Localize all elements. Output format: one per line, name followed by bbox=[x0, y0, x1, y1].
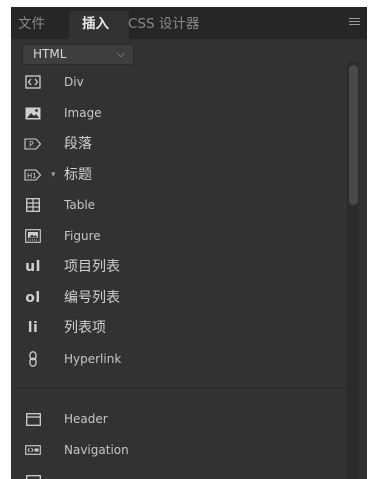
hamburger-menu-icon[interactable] bbox=[349, 18, 360, 27]
main-icon bbox=[24, 473, 42, 479]
ordered-list-icon: ol bbox=[24, 290, 42, 306]
tab-files[interactable]: 文件 bbox=[18, 16, 45, 32]
hyperlink-icon bbox=[24, 351, 42, 367]
insert-item-div[interactable]: Div bbox=[11, 68, 341, 96]
insert-item-label: Image bbox=[64, 106, 102, 120]
heading-icon-text: H1 bbox=[27, 172, 37, 180]
paragraph-icon: P bbox=[24, 136, 42, 152]
insert-item-label: 项目列表 bbox=[64, 259, 120, 275]
chevron-down-icon: ⌵ bbox=[116, 47, 125, 60]
unordered-list-icon-text: ul bbox=[25, 259, 41, 275]
panel-tab-bar: 文件 插入 CSS 设计器 bbox=[11, 7, 367, 39]
scrollbar-thumb[interactable] bbox=[349, 65, 358, 205]
insert-item-header[interactable]: Header bbox=[11, 405, 341, 433]
insert-item-label: Table bbox=[64, 198, 96, 212]
insert-item-unordered-list[interactable]: ul 项目列表 bbox=[11, 253, 341, 281]
insert-item-label: 标题 bbox=[64, 167, 92, 183]
insert-item-label: 编号列表 bbox=[64, 290, 120, 306]
insert-item-label: Figure bbox=[64, 229, 101, 243]
insert-item-label: Div bbox=[64, 75, 84, 89]
div-tag-icon bbox=[24, 74, 42, 90]
insert-item-label: 列表项 bbox=[64, 320, 106, 336]
tab-insert[interactable]: 插入 bbox=[82, 16, 109, 32]
list-item-icon-text: li bbox=[27, 320, 39, 336]
navigation-icon bbox=[24, 442, 42, 458]
insert-item-image[interactable]: Image bbox=[11, 99, 341, 127]
insert-item-table[interactable]: Table bbox=[11, 191, 341, 219]
insert-item-hyperlink[interactable]: Hyperlink bbox=[11, 345, 341, 373]
insert-item-main[interactable] bbox=[11, 467, 341, 479]
unordered-list-icon: ul bbox=[24, 259, 42, 275]
insert-item-paragraph[interactable]: P 段落 bbox=[11, 130, 341, 158]
insert-item-label: Navigation bbox=[64, 443, 129, 457]
category-select[interactable]: HTML ⌵ bbox=[22, 44, 134, 65]
ordered-list-icon-text: ol bbox=[25, 290, 41, 306]
insert-item-heading[interactable]: H1 ▾ 标题 bbox=[11, 161, 341, 189]
insert-item-label: Header bbox=[64, 412, 108, 426]
insert-item-navigation[interactable]: Navigation bbox=[11, 436, 341, 464]
insert-item-label: 段落 bbox=[64, 136, 92, 152]
table-icon bbox=[24, 197, 42, 213]
heading-icon: H1 bbox=[24, 167, 42, 183]
heading-dropdown-caret-icon[interactable]: ▾ bbox=[51, 169, 56, 181]
insert-item-list-item[interactable]: li 列表项 bbox=[11, 314, 341, 342]
list-item-icon: li bbox=[24, 320, 42, 336]
category-select-value: HTML bbox=[33, 47, 67, 61]
section-divider bbox=[11, 387, 347, 388]
insert-item-label: Hyperlink bbox=[64, 352, 122, 366]
insert-panel: 文件 插入 CSS 设计器 HTML ⌵ Div Image P 段落 H1 ▾… bbox=[11, 7, 367, 479]
insert-item-ordered-list[interactable]: ol 编号列表 bbox=[11, 284, 341, 312]
svg-text:P: P bbox=[29, 140, 34, 149]
header-icon bbox=[24, 411, 42, 427]
figure-icon bbox=[24, 228, 42, 244]
tab-css-designer[interactable]: CSS 设计器 bbox=[128, 16, 199, 32]
image-icon bbox=[24, 105, 42, 121]
insert-item-figure[interactable]: Figure bbox=[11, 222, 341, 250]
